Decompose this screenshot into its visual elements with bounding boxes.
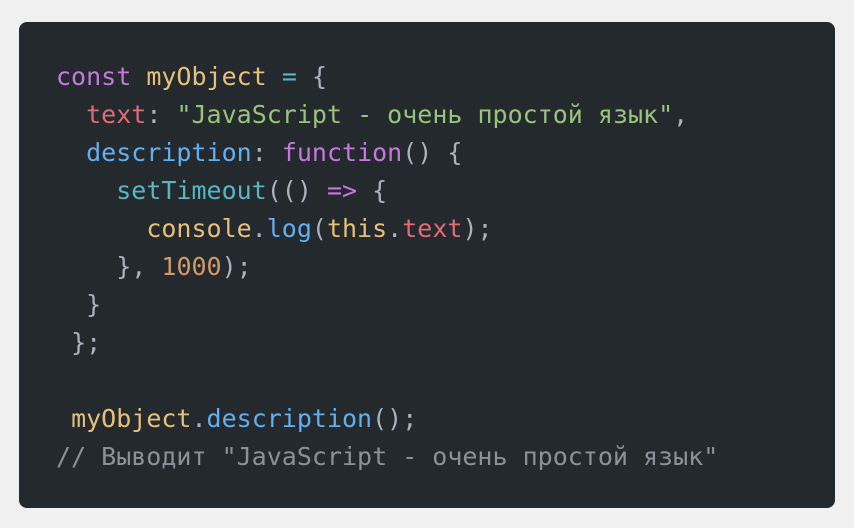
code-block: const myObject = { text: "JavaScript - о… — [56, 58, 718, 476]
keyword-function: function — [281, 138, 403, 167]
parens-close: ) — [296, 176, 312, 205]
brace-open: { — [447, 138, 463, 167]
variable-myobject: myObject — [146, 62, 267, 91]
string-literal: "JavaScript - очень простой язык" — [176, 100, 674, 129]
paren-close: ); — [462, 214, 493, 243]
code-comment: // Выводит "JavaScript - очень простой я… — [56, 442, 719, 471]
keyword-this: this — [326, 214, 388, 243]
object-console: console — [146, 214, 252, 243]
brace-open: { — [311, 62, 327, 91]
code-line-2: text: "JavaScript - очень простой язык", — [56, 96, 718, 134]
colon: : — [146, 100, 162, 129]
number-1000: 1000 — [161, 252, 222, 281]
code-line-1: const myObject = { — [56, 58, 718, 96]
call-parens: (); — [372, 404, 418, 433]
parens: () — [402, 138, 433, 167]
keyword-const: const — [56, 62, 132, 91]
code-line-5: console.log(this.text); — [56, 210, 718, 248]
method-log: log — [266, 214, 312, 243]
function-settimeout: setTimeout — [116, 176, 267, 205]
arrow-operator: => — [326, 176, 358, 205]
method-description: description — [206, 404, 373, 433]
operator-assign: = — [281, 62, 297, 91]
code-line-6: }, 1000); — [56, 248, 718, 286]
code-line-3: description: function() { — [56, 134, 718, 172]
code-line-4: setTimeout(() => { — [56, 172, 718, 210]
paren-open: ( — [311, 214, 327, 243]
object-myobject: myObject — [71, 404, 192, 433]
dot: . — [191, 404, 207, 433]
brace-open: { — [372, 176, 388, 205]
code-line-10: myObject.description(); — [56, 400, 718, 438]
dot: . — [387, 214, 403, 243]
property-text: text — [402, 214, 463, 243]
parens-open: (( — [266, 176, 297, 205]
colon: : — [251, 138, 267, 167]
code-line-11: // Выводит "JavaScript - очень простой я… — [56, 438, 718, 476]
brace-close: } — [86, 290, 102, 319]
brace-close: }, — [116, 252, 147, 281]
property-description: description — [86, 138, 252, 167]
code-line-8: }; — [56, 324, 718, 362]
code-line-7: } — [56, 286, 718, 324]
property-text: text — [86, 100, 147, 129]
code-card: const myObject = { text: "JavaScript - о… — [19, 22, 835, 508]
paren-close: ); — [221, 252, 252, 281]
comma: , — [673, 100, 689, 129]
brace-close: }; — [71, 328, 102, 357]
dot: . — [251, 214, 267, 243]
